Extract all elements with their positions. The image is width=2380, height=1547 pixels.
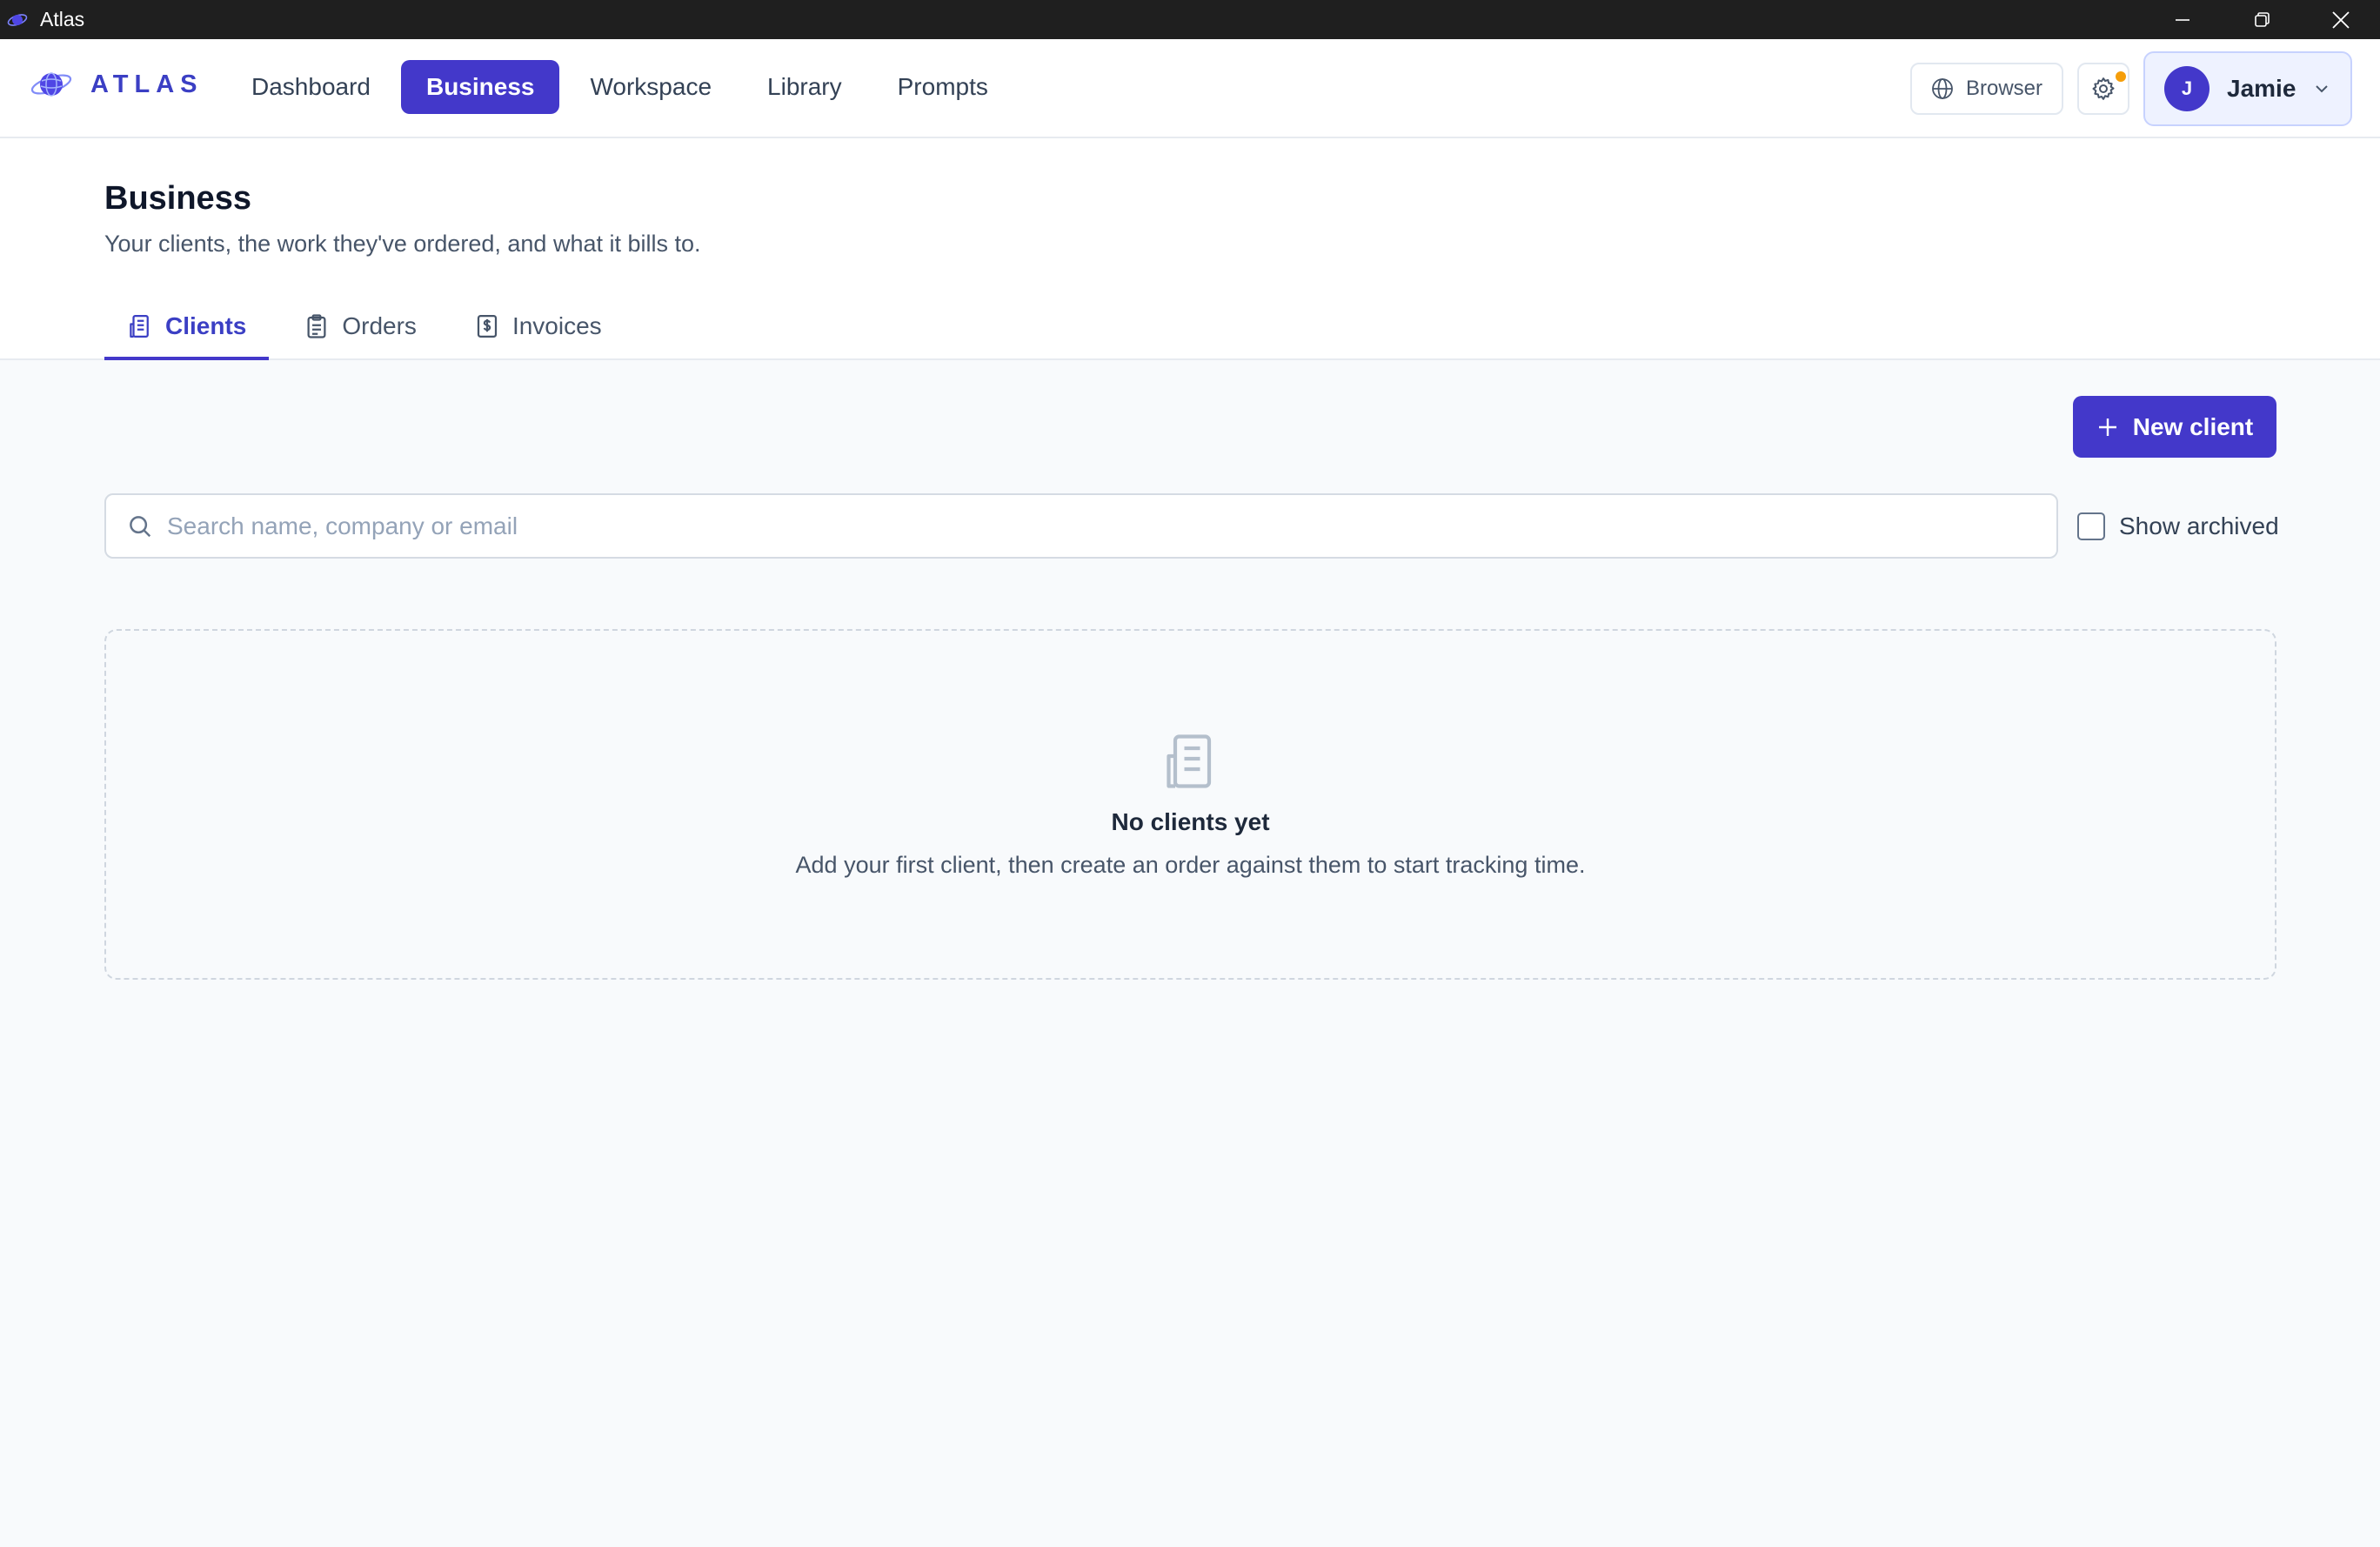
- brand-name: ATLAS: [90, 70, 204, 98]
- brand[interactable]: ATLAS: [30, 69, 204, 100]
- globe-icon: [1932, 78, 1953, 99]
- show-archived-toggle[interactable]: Show archived: [2077, 509, 2279, 544]
- new-client-button[interactable]: New client: [2073, 396, 2276, 458]
- plus-icon: [2098, 418, 2116, 436]
- tab-orders-label: Orders: [342, 311, 417, 339]
- window-controls: [2143, 0, 2380, 39]
- window-title: Atlas: [40, 8, 85, 30]
- nav-dashboard[interactable]: Dashboard: [226, 60, 396, 114]
- user-menu-button[interactable]: J Jamie: [2143, 51, 2352, 126]
- header-actions: Browser J Jamie: [1909, 51, 2352, 126]
- chevron-down-icon: [2316, 85, 2328, 93]
- nav-library[interactable]: Library: [742, 60, 867, 114]
- restore-icon: [2254, 11, 2270, 27]
- search-input[interactable]: [167, 512, 2056, 540]
- settings-button[interactable]: [2077, 63, 2129, 115]
- business-tabs: Clients Orders Invoices: [104, 295, 637, 360]
- minimize-button[interactable]: [2143, 0, 2222, 39]
- restore-button[interactable]: [2222, 0, 2301, 39]
- building-icon: [1167, 734, 1212, 788]
- show-archived-label: Show archived: [2119, 512, 2279, 539]
- empty-state-description: Add your first client, then create an or…: [795, 852, 1586, 878]
- atlas-app-icon: [7, 13, 28, 26]
- window-titlebar: Atlas: [0, 0, 2380, 39]
- nav-prompts[interactable]: Prompts: [872, 60, 1013, 114]
- avatar: J: [2164, 66, 2210, 111]
- app-header: ATLAS Dashboard Business Workspace Libra…: [0, 39, 2380, 138]
- show-archived-checkbox[interactable]: [2077, 512, 2105, 540]
- page-title: Business: [104, 180, 251, 217]
- close-icon: [2331, 10, 2350, 29]
- gear-icon: [2092, 77, 2115, 100]
- minimize-icon: [2175, 18, 2189, 21]
- building-icon: [130, 314, 149, 338]
- empty-state-title: No clients yet: [1111, 808, 1270, 835]
- clipboard-icon: [307, 313, 326, 338]
- tab-orders[interactable]: Orders: [281, 295, 439, 360]
- browser-label: Browser: [1965, 77, 2042, 100]
- nav-business[interactable]: Business: [400, 60, 560, 114]
- new-client-label: New client: [2132, 412, 2254, 440]
- page-header: Business Your clients, the work they've …: [0, 138, 2380, 360]
- atlas-globe-icon: [30, 72, 72, 97]
- close-button[interactable]: [2301, 0, 2380, 39]
- search-icon: [130, 515, 151, 537]
- browser-button[interactable]: Browser: [1909, 63, 2063, 115]
- tab-invoices[interactable]: Invoices: [451, 295, 625, 360]
- notification-dot: [2116, 71, 2126, 82]
- tab-invoices-label: Invoices: [511, 311, 602, 339]
- search-box: [104, 493, 2058, 559]
- page-subtitle: Your clients, the work they've ordered, …: [104, 231, 701, 257]
- tab-clients-label: Clients: [165, 311, 247, 339]
- user-name: Jamie: [2227, 75, 2296, 102]
- invoice-icon: [477, 314, 498, 338]
- empty-state: No clients yet Add your first client, th…: [104, 629, 2276, 980]
- main-nav: Dashboard Business Workspace Library Pro…: [226, 60, 1019, 114]
- tab-clients[interactable]: Clients: [104, 295, 270, 360]
- nav-workspace[interactable]: Workspace: [565, 60, 737, 114]
